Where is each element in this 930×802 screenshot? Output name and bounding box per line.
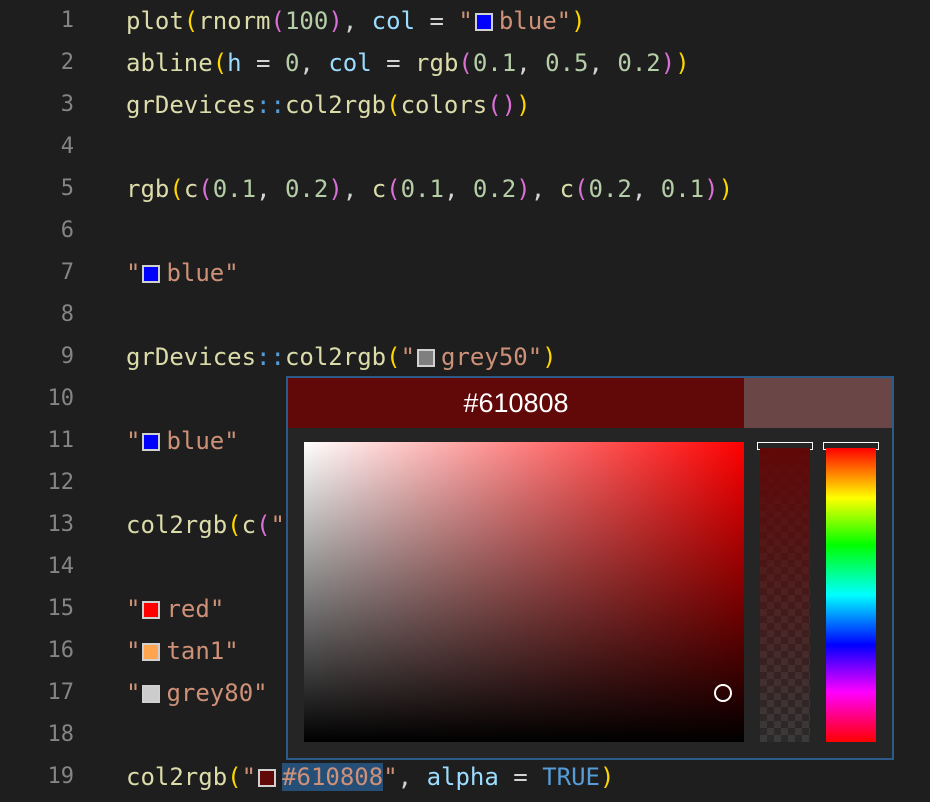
color-swatch[interactable] [258, 769, 277, 787]
color-swatch[interactable] [142, 265, 161, 283]
code-line-2[interactable]: 2 abline(h = 0, col = rgb(0.1, 0.5, 0.2)… [0, 42, 930, 84]
code-line-1[interactable]: 1 plot(rnorm(100), col = " blue") [0, 0, 930, 42]
saturation-brightness-box[interactable] [304, 442, 744, 742]
color-swatch[interactable] [417, 349, 436, 367]
color-picker-popup[interactable]: #610808 [286, 376, 894, 760]
hue-slider[interactable] [826, 448, 876, 742]
color-swatch[interactable] [142, 685, 161, 703]
line-number: 3 [60, 92, 74, 117]
line-number: 17 [47, 680, 75, 705]
line-number: 5 [60, 176, 74, 201]
line-number: 6 [60, 218, 74, 243]
code-line-9[interactable]: 9 grDevices::col2rgb(" grey50") [0, 336, 930, 378]
saturation-handle[interactable] [714, 684, 732, 702]
line-number: 18 [47, 722, 75, 747]
line-number: 7 [60, 260, 74, 285]
color-swatch[interactable] [142, 433, 161, 451]
line-number: 9 [60, 344, 74, 369]
line-number: 15 [47, 596, 75, 621]
line-number: 12 [47, 470, 75, 495]
line-number: 2 [60, 50, 74, 75]
color-swatch[interactable] [474, 13, 493, 31]
code-line-19[interactable]: 19 col2rgb(" #610808", alpha = TRUE) [0, 756, 930, 798]
color-swatch[interactable] [142, 601, 161, 619]
line-number: 13 [47, 512, 75, 537]
original-color-preview[interactable] [744, 378, 892, 428]
color-picker-header: #610808 [288, 378, 892, 428]
code-line-6[interactable]: 6 [0, 210, 930, 252]
line-number: 4 [60, 134, 74, 159]
hex-value-highlight: #610808 [282, 763, 384, 791]
line-number: 14 [47, 554, 75, 579]
code-editor[interactable]: 1 plot(rnorm(100), col = " blue") 2 ablin… [0, 0, 930, 802]
line-number: 1 [60, 8, 74, 33]
code-line-4[interactable]: 4 [0, 126, 930, 168]
line-number: 10 [47, 386, 75, 411]
line-number: 8 [60, 302, 74, 327]
line-number: 16 [47, 638, 75, 663]
current-color-label[interactable]: #610808 [288, 378, 744, 428]
code-line-3[interactable]: 3 grDevices::col2rgb(colors()) [0, 84, 930, 126]
code-line-8[interactable]: 8 [0, 294, 930, 336]
opacity-slider[interactable] [760, 448, 810, 742]
code-line-7[interactable]: 7 " blue" [0, 252, 930, 294]
line-number: 19 [47, 764, 75, 789]
color-swatch[interactable] [142, 643, 161, 661]
line-number: 11 [47, 428, 75, 453]
code-line-5[interactable]: 5 rgb(c(0.1, 0.2), c(0.1, 0.2), c(0.2, 0… [0, 168, 930, 210]
